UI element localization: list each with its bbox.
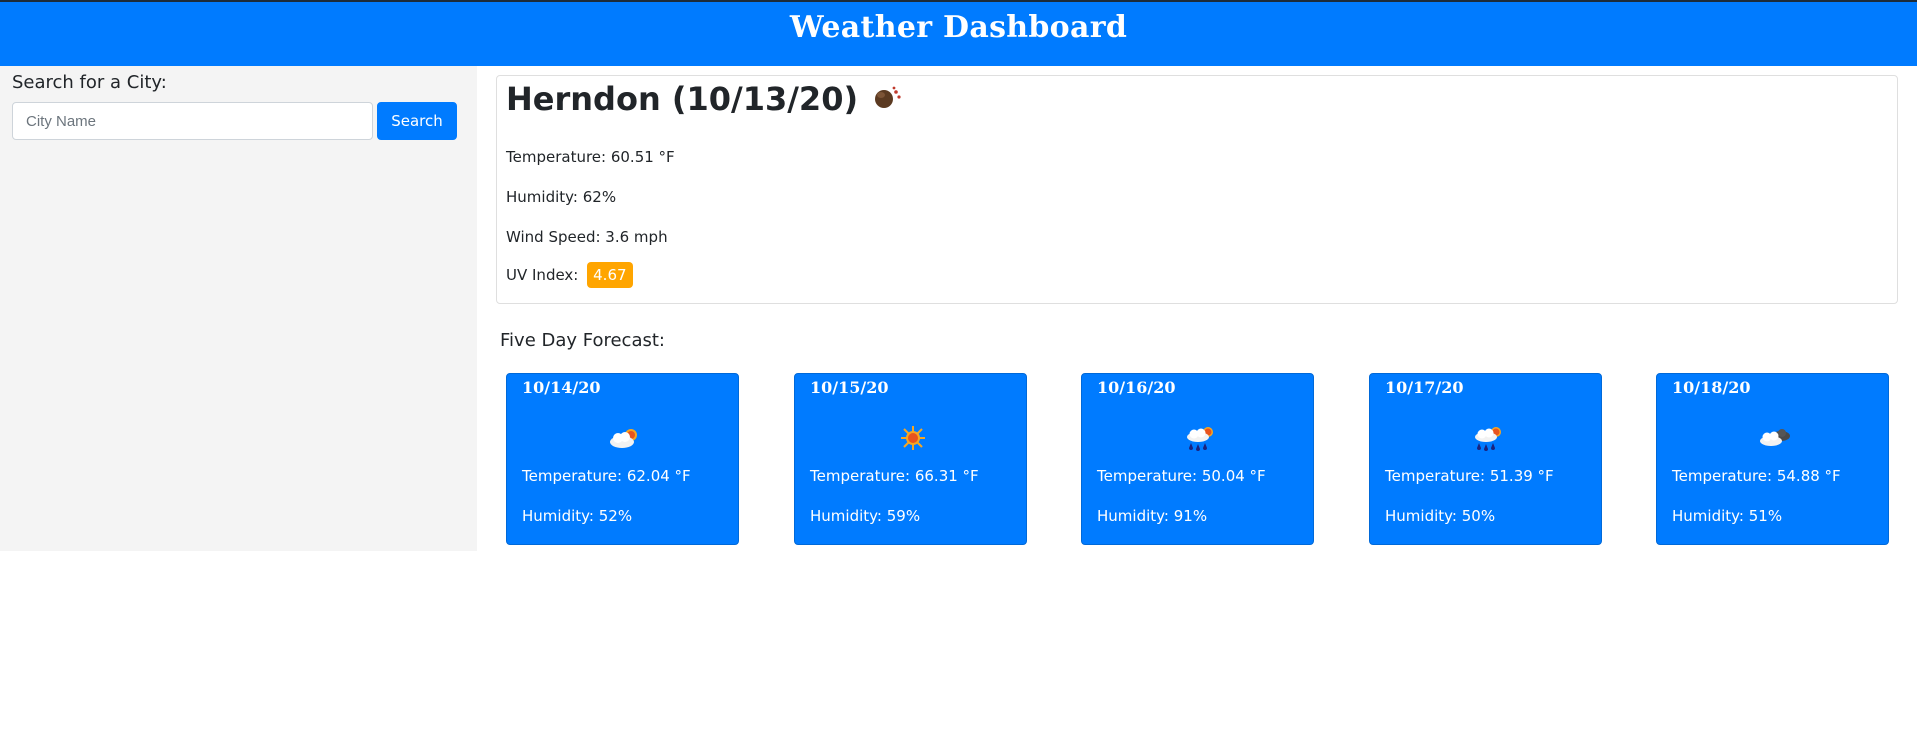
current-wind-speed: Wind Speed: 3.6 mph [506,228,668,246]
rain-sun-icon [1180,422,1220,454]
few-clouds-icon [605,422,645,454]
forecast-humidity: Humidity: 52% [522,507,633,525]
forecast-humidity: Humidity: 51% [1672,507,1783,525]
forecast-date: 10/17/20 [1385,378,1464,397]
page-title: Weather Dashboard [789,9,1128,45]
uv-index-badge: 4.67 [587,262,633,288]
forecast-humidity: Humidity: 50% [1385,507,1496,525]
search-sidebar: Search for a City: Search [0,66,477,551]
rain-sun-icon [1468,422,1508,454]
current-humidity: Humidity: 62% [506,188,617,206]
forecast-temperature: Temperature: 54.88 °F [1672,467,1841,485]
clear-sun-icon [893,422,933,454]
uv-index-label: UV Index: [506,266,579,284]
smoke-haze-icon [872,80,902,118]
forecast-card: 10/16/20 Temperature: 50.04 °F Humidity:… [1081,373,1314,545]
search-heading: Search for a City: [12,72,167,93]
city-search-input[interactable] [12,102,373,140]
forecast-date: 10/16/20 [1097,378,1176,397]
city-date-label: Herndon (10/13/20) [506,80,859,118]
current-weather-title: Herndon (10/13/20) [506,80,902,118]
forecast-card: 10/15/20 Temperature: 66.31 °F Humidity:… [794,373,1027,545]
broken-clouds-icon [1755,422,1795,454]
forecast-temperature: Temperature: 51.39 °F [1385,467,1554,485]
app-header: Weather Dashboard [0,0,1917,66]
forecast-date: 10/15/20 [810,378,889,397]
forecast-heading: Five Day Forecast: [500,330,665,351]
current-weather-card: Herndon (10/13/20) Temperature: 60.51 °F… [496,75,1898,304]
forecast-card: 10/18/20 Temperature: 54.88 °F Humidity:… [1656,373,1889,545]
forecast-temperature: Temperature: 50.04 °F [1097,467,1266,485]
forecast-humidity: Humidity: 59% [810,507,921,525]
forecast-temperature: Temperature: 62.04 °F [522,467,691,485]
forecast-date: 10/14/20 [522,378,601,397]
current-uv-index: UV Index: 4.67 [506,262,633,288]
forecast-humidity: Humidity: 91% [1097,507,1208,525]
forecast-date: 10/18/20 [1672,378,1751,397]
forecast-temperature: Temperature: 66.31 °F [810,467,979,485]
forecast-card: 10/17/20 Temperature: 51.39 °F Humidity:… [1369,373,1602,545]
forecast-card: 10/14/20 Temperature: 62.04 °F Humidity:… [506,373,739,545]
search-button[interactable]: Search [377,102,457,140]
current-temperature: Temperature: 60.51 °F [506,148,675,166]
